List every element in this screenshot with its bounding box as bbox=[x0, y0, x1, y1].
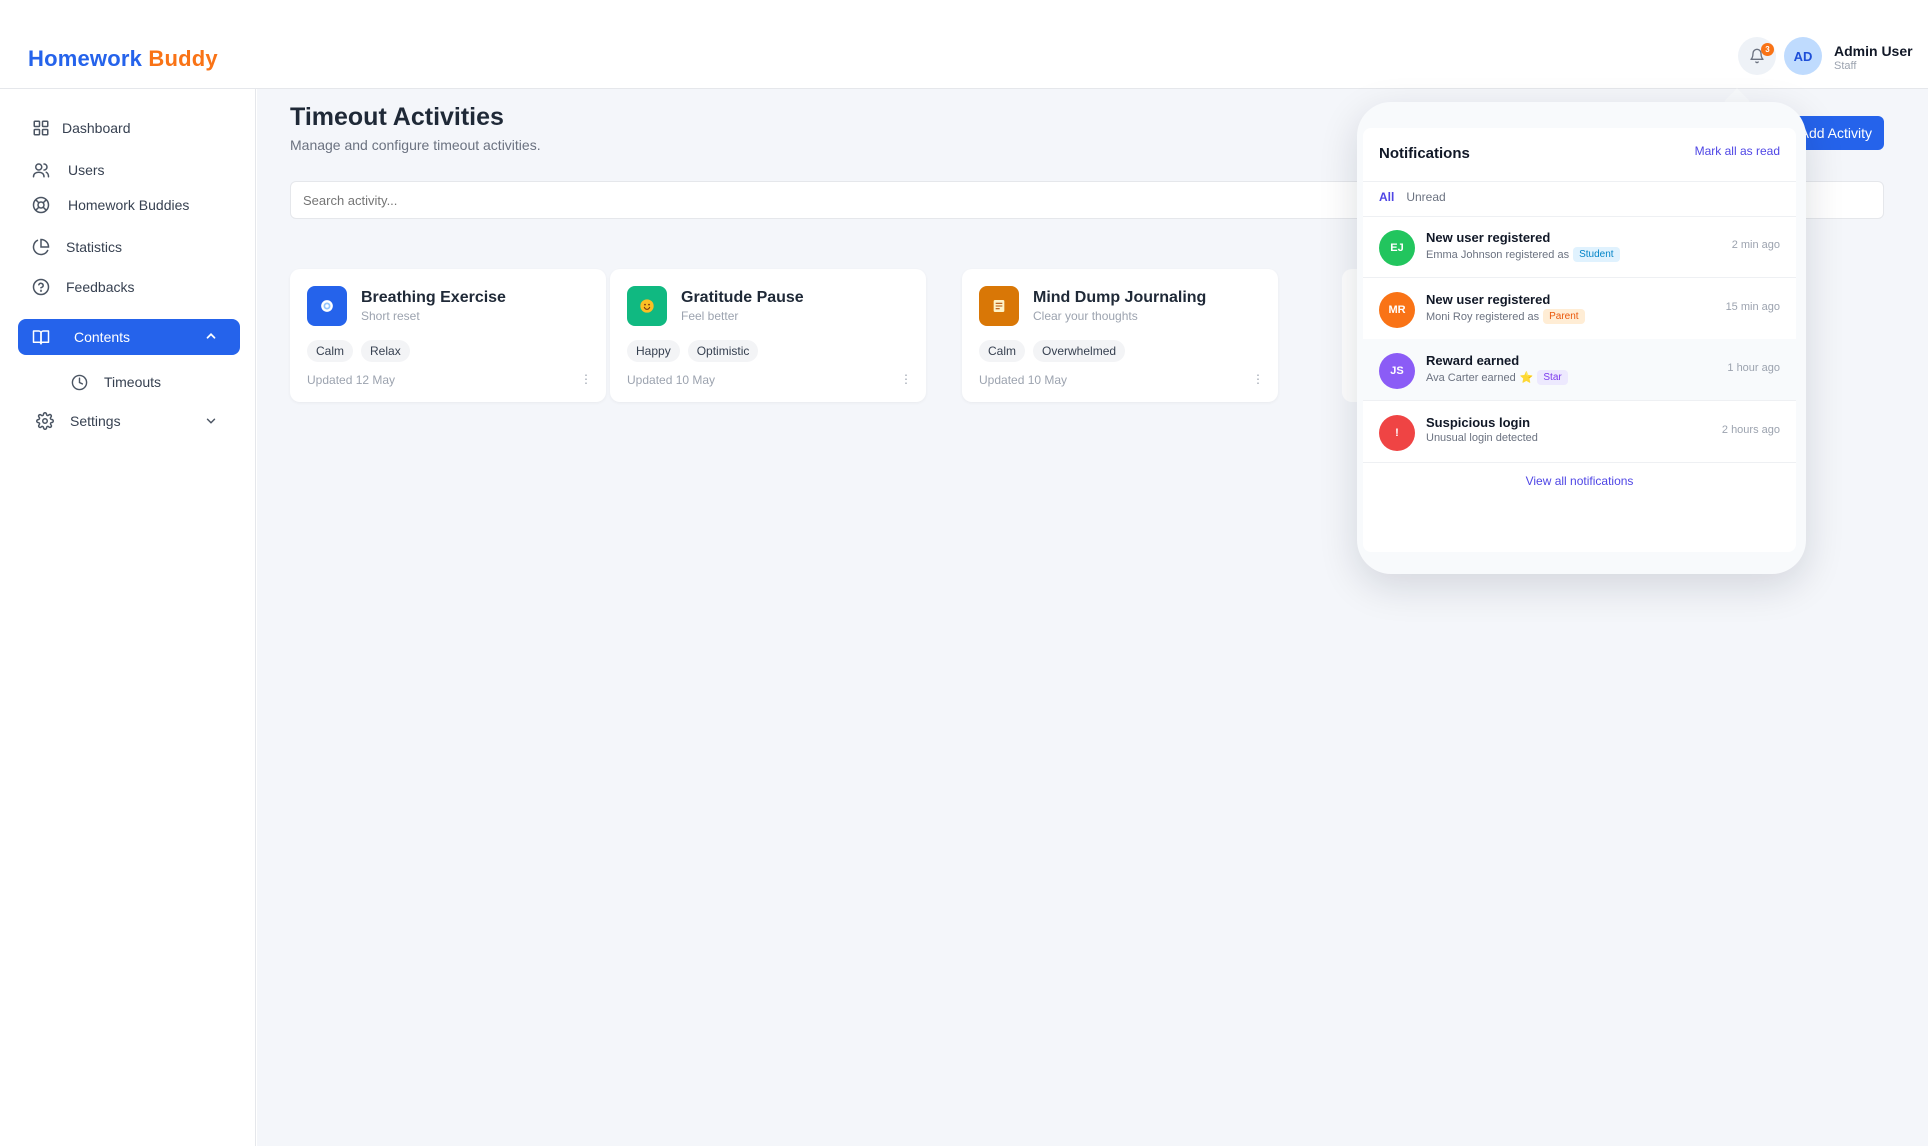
notification-item[interactable]: MR New user registered Moni Roy register… bbox=[1363, 278, 1796, 339]
notification-time: 2 min ago bbox=[1731, 239, 1780, 251]
sidebar-item-homework-buddies[interactable]: Homework Buddies bbox=[18, 188, 240, 222]
notifications-button[interactable]: 3 bbox=[1738, 37, 1776, 75]
mood-tag: Optimistic bbox=[687, 340, 759, 362]
chevron-down-icon bbox=[204, 414, 218, 431]
sidebar-item-contents[interactable]: Contents bbox=[18, 319, 240, 355]
more-options-icon[interactable]: ⋮ bbox=[900, 373, 912, 385]
tab-unread[interactable]: Unread bbox=[1406, 190, 1445, 204]
mark-all-read-link[interactable]: Mark all as read bbox=[1695, 144, 1780, 158]
logo-text-buddy: Buddy bbox=[148, 46, 218, 71]
activity-card[interactable]: Breathing Exercise Short reset Calm Rela… bbox=[290, 269, 606, 402]
sidebar-item-feedbacks[interactable]: Feedbacks bbox=[18, 270, 240, 304]
mood-tag: Relax bbox=[361, 340, 410, 362]
app-logo[interactable]: Homework Buddy bbox=[28, 46, 218, 72]
tab-all[interactable]: All bbox=[1379, 190, 1394, 204]
role-badge: Parent bbox=[1543, 309, 1585, 324]
page-subtitle: Manage and configure timeout activities. bbox=[290, 137, 541, 153]
gear-icon bbox=[34, 410, 56, 432]
mood-tag: Calm bbox=[307, 340, 354, 362]
sidebar-item-label: Contents bbox=[74, 329, 131, 345]
sidebar-item-settings[interactable]: Settings bbox=[18, 404, 240, 438]
sidebar-item-users[interactable]: Users bbox=[18, 153, 240, 187]
card-title: Breathing Exercise bbox=[361, 289, 506, 306]
avatar: EJ bbox=[1379, 230, 1415, 266]
view-all-notifications-link[interactable]: View all notifications bbox=[1363, 474, 1796, 488]
sidebar-item-label: Settings bbox=[70, 413, 121, 429]
card-title: Mind Dump Journaling bbox=[1033, 289, 1207, 306]
notification-time: 1 hour ago bbox=[1727, 362, 1780, 374]
pie-chart-icon bbox=[30, 236, 52, 258]
notification-text: Unusual login detected bbox=[1426, 432, 1538, 444]
divider bbox=[1363, 462, 1796, 463]
notification-time: 2 hours ago bbox=[1721, 424, 1780, 436]
avatar: JS bbox=[1379, 353, 1415, 389]
grid-icon bbox=[30, 117, 52, 139]
notifications-title: Notifications bbox=[1379, 145, 1470, 162]
sidebar-item-label: Timeouts bbox=[104, 374, 162, 390]
sidebar-item-label: Feedbacks bbox=[66, 279, 135, 295]
alert-avatar: ! bbox=[1379, 415, 1415, 451]
breathing-icon bbox=[307, 286, 347, 326]
smile-icon bbox=[627, 286, 667, 326]
user-role: Staff bbox=[1834, 60, 1857, 72]
more-options-icon[interactable]: ⋮ bbox=[1252, 373, 1264, 385]
notification-item[interactable]: JS Reward earned Ava Carter earned ⭐ Sta… bbox=[1363, 339, 1796, 400]
role-badge: Student bbox=[1573, 247, 1620, 262]
notification-text: Ava Carter earned bbox=[1426, 371, 1516, 384]
chevron-up-icon bbox=[204, 329, 218, 346]
notification-text: Moni Roy registered as bbox=[1426, 310, 1540, 323]
star-emoji-icon: ⭐ bbox=[1519, 372, 1534, 384]
sidebar-item-label: Dashboard bbox=[62, 120, 131, 136]
reward-badge: Star bbox=[1537, 370, 1568, 385]
sidebar-item-label: Statistics bbox=[66, 239, 123, 255]
notification-item[interactable]: EJ New user registered Emma Johnson regi… bbox=[1363, 216, 1796, 277]
notification-title: New user registered bbox=[1426, 230, 1551, 245]
book-icon bbox=[30, 326, 52, 348]
sidebar-item-dashboard[interactable]: Dashboard bbox=[18, 111, 240, 145]
card-subtitle: Feel better bbox=[681, 309, 739, 323]
more-options-icon[interactable]: ⋮ bbox=[580, 373, 592, 385]
notification-item[interactable]: ! Suspicious login Unusual login detecte… bbox=[1363, 401, 1796, 462]
avatar: MR bbox=[1379, 292, 1415, 328]
clock-icon bbox=[68, 371, 90, 393]
card-title: Gratitude Pause bbox=[681, 289, 804, 306]
mood-tag: Happy bbox=[627, 340, 680, 362]
notifications-panel: Notifications Mark all as read All Unrea… bbox=[1363, 128, 1796, 552]
card-subtitle: Short reset bbox=[361, 309, 420, 323]
notification-text: Emma Johnson registered as bbox=[1426, 248, 1570, 261]
notification-time: 15 min ago bbox=[1725, 301, 1780, 313]
top-header: Homework Buddy 3 AD Admin User Staff bbox=[0, 0, 1928, 89]
mood-tag: Overwhelmed bbox=[1033, 340, 1126, 362]
notification-title: Reward earned bbox=[1426, 353, 1520, 368]
card-updated: Updated 12 May bbox=[307, 373, 396, 387]
divider bbox=[1363, 181, 1796, 182]
sidebar-item-label: Homework Buddies bbox=[68, 197, 190, 213]
notification-title: New user registered bbox=[1426, 292, 1551, 307]
sidebar: Dashboard Users Homework Buddies Statist… bbox=[0, 89, 256, 1146]
card-updated: Updated 10 May bbox=[627, 373, 716, 387]
sidebar-item-statistics[interactable]: Statistics bbox=[18, 230, 240, 264]
users-icon bbox=[30, 159, 52, 181]
notification-title: Suspicious login bbox=[1426, 415, 1531, 430]
help-circle-icon bbox=[30, 276, 52, 298]
activity-card[interactable]: Gratitude Pause Feel better Happy Optimi… bbox=[610, 269, 926, 402]
page-title: Timeout Activities bbox=[290, 103, 504, 131]
user-avatar[interactable]: AD bbox=[1784, 37, 1822, 75]
sidebar-item-label: Users bbox=[68, 162, 105, 178]
notification-count-badge: 3 bbox=[1761, 43, 1774, 56]
mood-tag: Calm bbox=[979, 340, 1026, 362]
user-name: Admin User bbox=[1834, 43, 1913, 59]
lifebuoy-icon bbox=[30, 194, 52, 216]
card-subtitle: Clear your thoughts bbox=[1033, 309, 1138, 323]
activity-card[interactable]: Mind Dump Journaling Clear your thoughts… bbox=[962, 269, 1278, 402]
card-updated: Updated 10 May bbox=[979, 373, 1068, 387]
logo-text-homework: Homework bbox=[28, 46, 143, 71]
sidebar-subitem-timeouts[interactable]: Timeouts bbox=[56, 365, 240, 399]
notepad-icon bbox=[979, 286, 1019, 326]
